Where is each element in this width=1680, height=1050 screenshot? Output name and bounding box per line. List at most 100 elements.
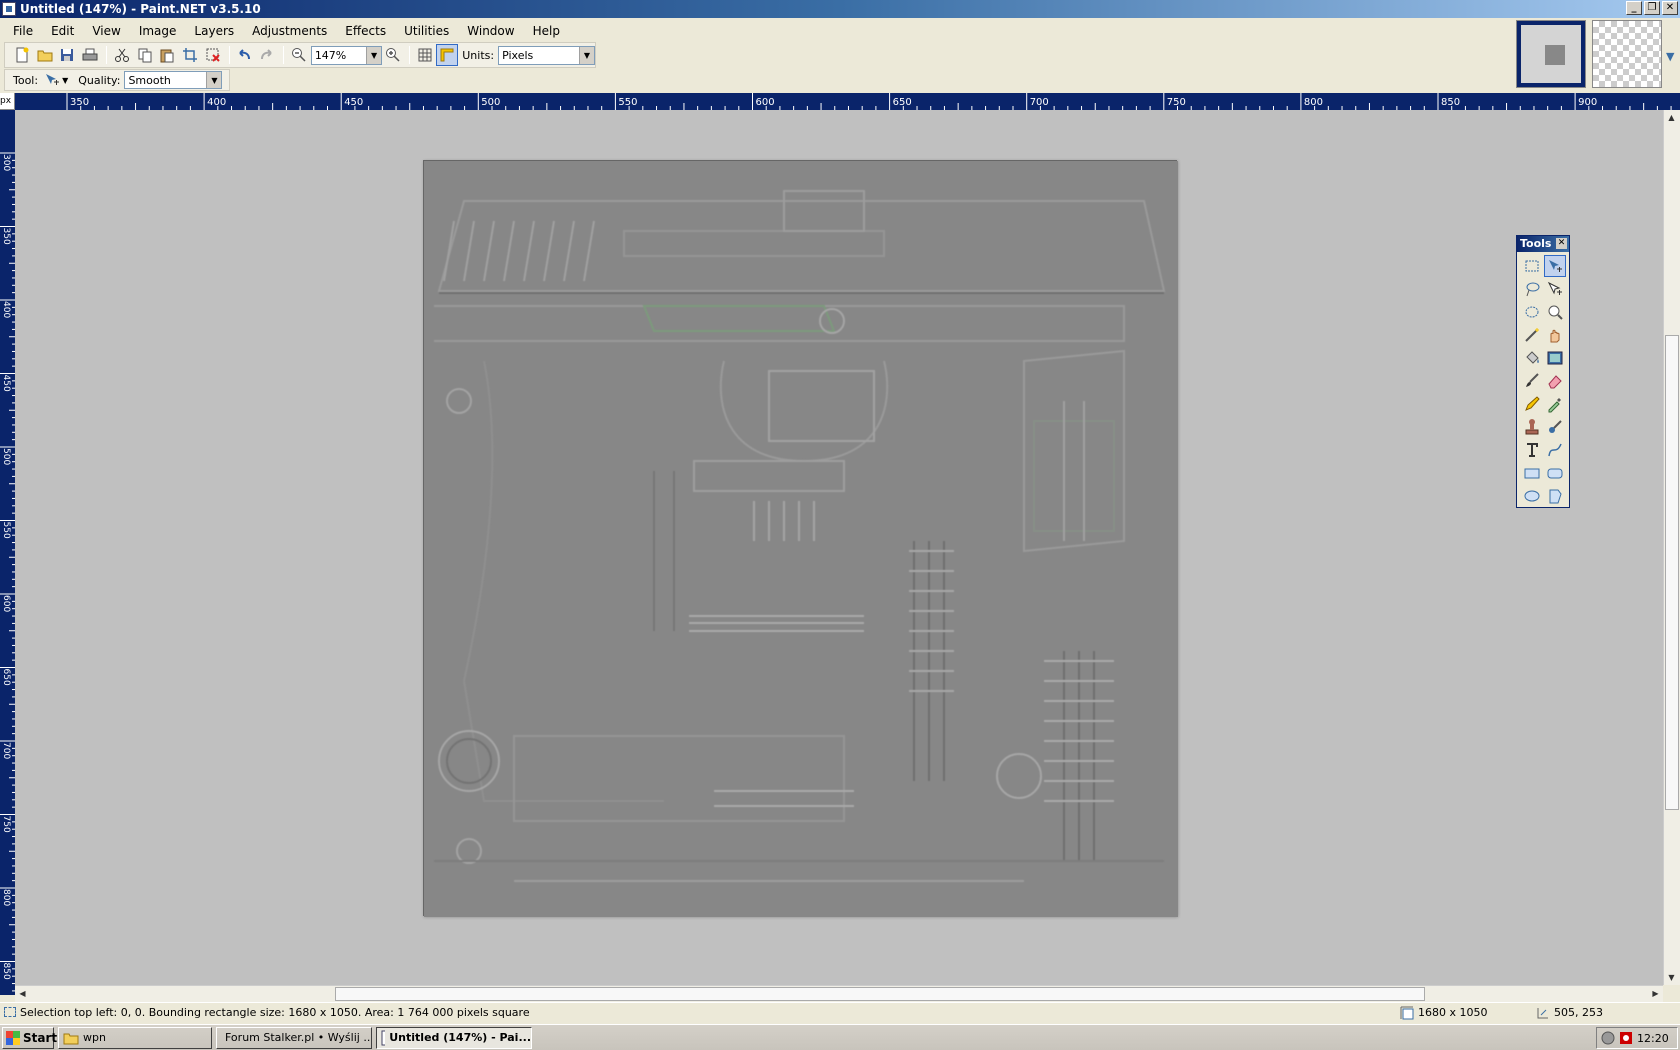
tool-button-rectangle[interactable] [1521, 462, 1543, 484]
tool-button-gradient[interactable] [1544, 347, 1566, 369]
tools-window-close-button[interactable]: ✕ [1556, 238, 1567, 249]
scroll-up-icon[interactable]: ▲ [1664, 110, 1679, 125]
tool-button-paint-bucket[interactable] [1521, 347, 1543, 369]
tool-button-ellipse-select[interactable] [1521, 301, 1543, 323]
tool-button-pencil[interactable] [1521, 393, 1543, 415]
tool-button-freeform-shape[interactable] [1544, 485, 1566, 507]
paste-button[interactable] [156, 44, 178, 66]
units-value: Pixels [502, 48, 534, 62]
chevron-down-icon[interactable]: ▼ [206, 72, 222, 88]
tool-button-move-selection[interactable] [1544, 255, 1566, 277]
start-button[interactable]: Start [2, 1026, 58, 1049]
antivirus-icon[interactable] [1619, 1031, 1633, 1045]
tool-selector[interactable]: ▼ [44, 72, 68, 88]
menu-image[interactable]: Image [130, 20, 186, 42]
crop-button[interactable] [179, 44, 201, 66]
pencil-icon [1525, 396, 1540, 411]
text-icon [1527, 443, 1538, 457]
save-button[interactable] [56, 44, 78, 66]
undo-icon [239, 49, 251, 60]
menu-adjustments[interactable]: Adjustments [243, 20, 336, 42]
undo-button[interactable] [234, 44, 256, 66]
print-button[interactable] [79, 44, 101, 66]
taskbar-item-wpn[interactable]: wpn [58, 1026, 212, 1049]
menu-utilities[interactable]: Utilities [395, 20, 458, 42]
menu-edit[interactable]: Edit [42, 20, 83, 42]
tool-button-paintbrush[interactable] [1521, 370, 1543, 392]
zoom-combobox[interactable]: 147% ▼ [310, 45, 383, 65]
ruler-label: 350 [70, 97, 89, 108]
tool-button-rectangle-select[interactable] [1521, 255, 1543, 277]
restore-button[interactable]: ❐ [1644, 1, 1660, 15]
menu-help[interactable]: Help [524, 20, 569, 42]
close-button[interactable]: ✕ [1662, 1, 1678, 15]
menu-view[interactable]: View [83, 20, 129, 42]
ruler-icon [440, 48, 454, 62]
tool-button-color-picker[interactable] [1544, 393, 1566, 415]
cursor-position-value: 505, 253 [1554, 1006, 1603, 1019]
tool-button-pan[interactable] [1544, 324, 1566, 346]
horizontal-scrollbar[interactable]: ◀ ▶ [15, 985, 1663, 1002]
menu-layers[interactable]: Layers [185, 20, 243, 42]
tool-button-zoom[interactable] [1544, 301, 1566, 323]
scroll-left-icon[interactable]: ◀ [15, 986, 30, 1001]
taskbar-item-firefox[interactable]: Forum Stalker.pl • Wyślij ... [216, 1026, 372, 1049]
copy-button[interactable] [134, 44, 156, 66]
paste-icon [160, 49, 174, 63]
horizontal-scroll-thumb[interactable] [335, 987, 1425, 1001]
image-thumbnail-transparent[interactable] [1592, 20, 1662, 88]
taskbar-item-paintnet[interactable]: Untitled (147%) - Pai... [376, 1026, 532, 1049]
menu-window[interactable]: Window [458, 20, 523, 42]
menu-effects[interactable]: Effects [336, 20, 395, 42]
tool-button-lasso-select[interactable] [1521, 278, 1543, 300]
chevron-down-icon[interactable]: ▼ [366, 46, 382, 64]
open-button[interactable] [34, 44, 56, 66]
thumbnail-list-chevron-icon[interactable]: ▼ [1666, 50, 1674, 63]
zoom-out-button[interactable] [288, 44, 310, 66]
image-canvas[interactable] [423, 160, 1178, 917]
toolbar-separator [408, 46, 410, 64]
volume-icon[interactable] [1601, 1031, 1615, 1045]
tools-window-titlebar[interactable]: Tools ✕ [1517, 236, 1569, 252]
selection-icon [4, 1007, 16, 1017]
menu-file[interactable]: File [4, 20, 42, 42]
start-label: Start [23, 1030, 58, 1045]
paintnet-app-icon [2, 2, 16, 16]
scroll-right-icon[interactable]: ▶ [1648, 986, 1663, 1001]
copy-icon [138, 48, 152, 63]
rulers-toggle-button[interactable] [436, 44, 459, 66]
line-curve-icon [1548, 443, 1562, 457]
chevron-down-icon[interactable]: ▼ [578, 46, 594, 64]
cut-button[interactable] [111, 44, 133, 66]
new-image-button[interactable] [11, 44, 33, 66]
move-selection-icon [1549, 260, 1562, 272]
vertical-scroll-thumb[interactable] [1665, 335, 1679, 810]
redo-button[interactable] [256, 44, 278, 66]
tool-button-clone-stamp[interactable] [1521, 416, 1543, 438]
quality-value: Smooth [128, 73, 171, 87]
move-selected-icon [1547, 281, 1562, 295]
zoom-in-button[interactable] [382, 44, 404, 66]
tool-button-eraser[interactable] [1544, 370, 1566, 392]
grid-toggle-button[interactable] [414, 44, 436, 66]
vertical-scrollbar[interactable]: ▲ ▼ [1663, 110, 1680, 985]
image-thumbnail-untitled[interactable] [1516, 20, 1586, 88]
tool-button-line-curve[interactable] [1544, 439, 1566, 461]
selection-info: Selection top left: 0, 0. Bounding recta… [20, 1006, 530, 1019]
units-combobox[interactable]: Pixels ▼ [498, 45, 595, 65]
tool-button-move-selected[interactable] [1544, 278, 1566, 300]
vertical-ruler: 300 350 400 450 500 550 600 650 700 750 800 850 [0, 110, 15, 995]
tool-button-magic-wand[interactable] [1521, 324, 1543, 346]
tool-button-text[interactable] [1521, 439, 1543, 461]
tool-button-ellipse[interactable] [1521, 485, 1543, 507]
scroll-down-icon[interactable]: ▼ [1664, 970, 1679, 985]
ruler-label: 800 [1304, 97, 1323, 108]
tool-button-rounded-rectangle[interactable] [1544, 462, 1566, 484]
deselect-button[interactable] [202, 44, 224, 66]
minimize-button[interactable]: _ [1626, 1, 1642, 15]
quality-combobox[interactable]: Smooth ▼ [124, 71, 223, 89]
canvas-workspace[interactable] [15, 110, 1663, 985]
zoom-icon [1548, 305, 1563, 320]
taskbar-item-label: Untitled (147%) - Pai... [389, 1031, 531, 1044]
tool-button-recolor[interactable] [1544, 416, 1566, 438]
